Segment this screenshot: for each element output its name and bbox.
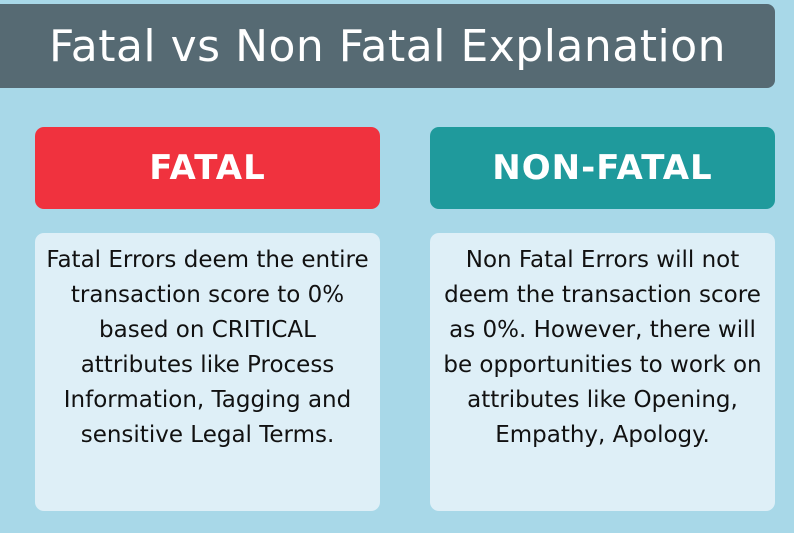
- fatal-heading-label: FATAL: [149, 148, 266, 188]
- fatal-description-box: Fatal Errors deem the entire transaction…: [35, 233, 380, 511]
- title-bar: Fatal vs Non Fatal Explanation: [0, 4, 775, 88]
- non-fatal-header: NON-FATAL: [430, 127, 775, 209]
- non-fatal-heading-label: NON-FATAL: [492, 148, 713, 188]
- non-fatal-description: Non Fatal Errors will not deem the trans…: [443, 247, 762, 448]
- non-fatal-description-box: Non Fatal Errors will not deem the trans…: [430, 233, 775, 511]
- fatal-header: FATAL: [35, 127, 380, 209]
- fatal-description: Fatal Errors deem the entire transaction…: [46, 247, 369, 448]
- page-title: Fatal vs Non Fatal Explanation: [48, 20, 727, 72]
